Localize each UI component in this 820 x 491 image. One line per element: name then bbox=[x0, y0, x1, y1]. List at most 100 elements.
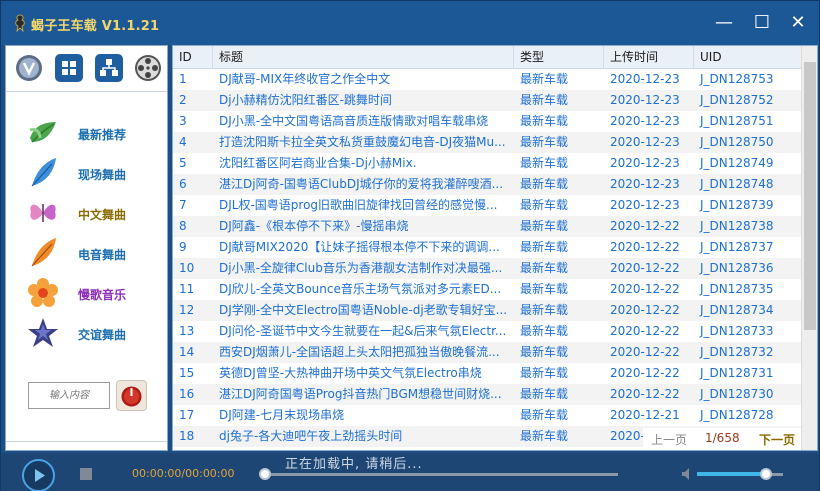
network-icon[interactable] bbox=[94, 53, 124, 83]
maximize-button[interactable]: ☐ bbox=[745, 7, 779, 39]
menu-item-ballroom-dance[interactable]: 交谊舞曲 bbox=[26, 316, 166, 350]
table-row[interactable]: 10 Dj小黑-全旋律Club音乐为香港靓女洁制作对决最强... 最新车载 2020-… bbox=[173, 258, 801, 279]
search-button[interactable] bbox=[116, 380, 147, 411]
menu-item-chinese-dance[interactable]: 中文舞曲 bbox=[26, 196, 166, 230]
cell-id: 17 bbox=[179, 408, 195, 422]
cell-upload-time: 2020-12-23 bbox=[610, 93, 680, 107]
table-row[interactable]: 14 西安DJ烟萧儿-全国语超上头太阳把孤独当傲晚餐流... 最新车载 2020-12… bbox=[173, 342, 801, 363]
search-field[interactable] bbox=[28, 382, 110, 409]
table-row[interactable]: 5 沈阳红番区阿岩商业合集-Dj小赫Mix. 最新车载 2020-12-23 J_DN1… bbox=[173, 153, 801, 174]
cell-title: DJ学刚-全中文Electro国粤语Noble-dj老歌专辑好宝... bbox=[219, 303, 508, 317]
flower-icon bbox=[28, 278, 58, 307]
cell-id: 12 bbox=[179, 303, 195, 317]
page-indicator: 1/658 bbox=[705, 431, 740, 445]
cell-uid: J_DN128748 bbox=[700, 177, 774, 191]
vista-orb-icon[interactable] bbox=[14, 53, 44, 83]
windows-icon[interactable] bbox=[54, 53, 84, 83]
volume-knob[interactable] bbox=[760, 468, 772, 480]
table-row[interactable]: 11 DJ欣儿-全英文Bounce音乐主场气氛派对多元素ED... 最新车载 2020… bbox=[173, 279, 801, 300]
cell-id: 15 bbox=[179, 366, 195, 380]
time-display: 00:00:00/00:00:00 bbox=[132, 467, 235, 480]
table-row[interactable]: 3 DJ小黑-全中文国粤语高音质连版情歌对唱车载串烧 最新车载 2020-12-23 J… bbox=[173, 111, 801, 132]
cell-upload-time: 2020-12-23 bbox=[610, 177, 680, 191]
pagination: 上一页 1/658 下一页 bbox=[643, 428, 801, 450]
cell-uid: J_DN128731 bbox=[700, 366, 774, 380]
column-header-title[interactable]: 标题 bbox=[213, 46, 514, 69]
column-header-type[interactable]: 类型 bbox=[514, 46, 604, 69]
table-row[interactable]: 15 英德DJ曾坚-大热神曲开场中英文气氛Electro串烧 最新车载 2020-12… bbox=[173, 363, 801, 384]
column-header-id[interactable]: ID bbox=[173, 46, 213, 69]
table-header: ID 标题 类型 上传时间 UID bbox=[173, 46, 801, 69]
cell-uid: J_DN128750 bbox=[700, 135, 774, 149]
cell-type: 最新车载 bbox=[520, 324, 569, 338]
cell-id: 4 bbox=[179, 135, 187, 149]
scrollbar-thumb[interactable] bbox=[804, 62, 816, 330]
leaf-icon bbox=[29, 122, 56, 143]
cell-upload-time: 2020-12-21 bbox=[610, 408, 680, 422]
cell-id: 2 bbox=[179, 93, 187, 107]
cell-uid: J_DN128737 bbox=[700, 240, 774, 254]
cell-id: 11 bbox=[179, 282, 195, 296]
table-row[interactable]: 1 DJ献哥-MIX年终收官之作全中文 最新车载 2020-12-23 J_DN1287… bbox=[173, 69, 801, 90]
cell-type: 最新车载 bbox=[520, 303, 569, 317]
progress-track[interactable] bbox=[264, 473, 618, 476]
table-row[interactable]: 2 Dj小赫精仿沈阳红番区-跳舞时间 最新车载 2020-12-23 J_DN12875… bbox=[173, 90, 801, 111]
search-input[interactable] bbox=[29, 383, 109, 408]
cell-type: 最新车载 bbox=[520, 72, 569, 86]
cell-uid: J_DN128733 bbox=[700, 324, 774, 338]
cell-title: 湛江DJ阿奇国粤语Prog抖音热门BGM想稳世间财烧... bbox=[219, 387, 502, 401]
cell-type: 最新车载 bbox=[520, 345, 569, 359]
cell-upload-time: 2020-12-23 bbox=[610, 72, 680, 86]
menu-item-slow-music[interactable]: 慢歌音乐 bbox=[26, 276, 166, 310]
cell-id: 14 bbox=[179, 345, 195, 359]
cell-id: 6 bbox=[179, 177, 187, 191]
play-button[interactable] bbox=[22, 459, 55, 491]
cell-upload-time: 2020-12-22 bbox=[610, 303, 680, 317]
menu-item-electronic-dance[interactable]: 电音舞曲 bbox=[26, 236, 166, 270]
menu-item-latest[interactable]: 最新推荐 bbox=[26, 116, 166, 150]
cell-type: 最新车载 bbox=[520, 93, 569, 107]
progress-knob[interactable] bbox=[259, 468, 271, 480]
table-row[interactable]: 13 DJ问伦-圣诞节中文今生就要在一起&后来气氛Electr... 最新车载 202… bbox=[173, 321, 801, 342]
close-button[interactable]: ✕ bbox=[781, 7, 815, 39]
menu-label: 慢歌音乐 bbox=[78, 288, 127, 302]
column-header-upload-time[interactable]: 上传时间 bbox=[604, 46, 694, 69]
minimize-button[interactable]: — bbox=[707, 7, 741, 39]
cell-title: DJ小黑-全中文国粤语高音质连版情歌对唱车载串烧 bbox=[219, 114, 489, 128]
table-row[interactable]: 16 湛江DJ阿奇国粤语Prog抖音热门BGM想稳世间财烧... 最新车载 2020-… bbox=[173, 384, 801, 405]
cell-uid: J_DN128739 bbox=[700, 198, 774, 212]
cell-type: 最新车载 bbox=[520, 282, 569, 296]
table-row[interactable]: 7 DJL权-国粤语prog旧歌曲旧旋律找回曾经的感觉慢... 最新车载 2020-1… bbox=[173, 195, 801, 216]
cell-id: 3 bbox=[179, 114, 187, 128]
menu-item-live-dance[interactable]: 现场舞曲 bbox=[26, 156, 166, 190]
power-button-icon bbox=[121, 386, 142, 407]
film-reel-icon[interactable] bbox=[133, 53, 163, 83]
vertical-scrollbar[interactable] bbox=[801, 46, 817, 450]
next-page-button[interactable]: 下一页 bbox=[759, 431, 795, 448]
volume-fill bbox=[697, 472, 766, 476]
cell-title: 英德DJ曾坚-大热神曲开场中英文气氛Electro串烧 bbox=[219, 366, 482, 380]
table-row[interactable]: 8 DJ阿鑫-《根本停不下来》-慢摇串烧 最新车载 2020-12-22 J_DN128… bbox=[173, 216, 801, 237]
table-row[interactable]: 17 DJ阿建-七月末现场串烧 最新车载 2020-12-21 J_DN128728 bbox=[173, 405, 801, 426]
cell-id: 13 bbox=[179, 324, 195, 338]
cell-type: 最新车载 bbox=[520, 114, 569, 128]
cell-type: 最新车载 bbox=[520, 240, 569, 254]
column-header-uid[interactable]: UID bbox=[694, 46, 801, 69]
cell-uid: J_DN128730 bbox=[700, 387, 774, 401]
cell-type: 最新车载 bbox=[520, 198, 569, 212]
stop-button[interactable] bbox=[80, 468, 92, 480]
cell-id: 16 bbox=[179, 387, 195, 401]
prev-page-button[interactable]: 上一页 bbox=[651, 431, 687, 448]
cell-type: 最新车载 bbox=[520, 408, 569, 422]
table-row[interactable]: 12 DJ学刚-全中文Electro国粤语Noble-dj老歌专辑好宝... 最新车… bbox=[173, 300, 801, 321]
butterfly-icon bbox=[30, 204, 56, 222]
cell-id: 10 bbox=[179, 261, 195, 275]
cell-upload-time: 2020-12-22 bbox=[610, 219, 680, 233]
table-row[interactable]: 6 湛江Dj阿奇-国粤语ClubDJ城仔你的爱将我灌醉嗖酒... 最新车载 2020-… bbox=[173, 174, 801, 195]
volume-icon[interactable] bbox=[681, 467, 695, 481]
cell-upload-time: 2020-12-22 bbox=[610, 240, 680, 254]
cell-title: 沈阳红番区阿岩商业合集-Dj小赫Mix. bbox=[219, 156, 417, 170]
table-row[interactable]: 4 打造沈阳斯卡拉全英文私货重鼓魔幻电音-DJ夜猫Mu... 最新车载 2020-12… bbox=[173, 132, 801, 153]
title-bar: 蝎子王车载 V1.1.21 — ☐ ✕ bbox=[1, 1, 819, 45]
table-row[interactable]: 9 DJ献哥MIX2020【让妹子摇得根本停不下来的调调... 最新车载 2020-1… bbox=[173, 237, 801, 258]
